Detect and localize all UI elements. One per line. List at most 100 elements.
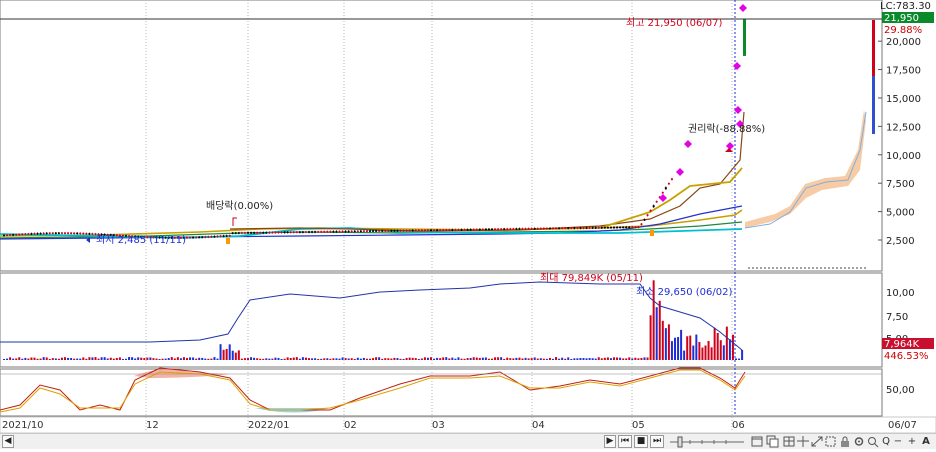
candle-body [207,236,210,238]
volume-bar [430,357,432,360]
volume-bar [173,358,176,360]
volume-bar [15,358,18,360]
candle-body [347,230,350,233]
candle-body [247,232,249,234]
volume-bar [494,357,497,360]
volume-bar [109,357,112,360]
volume-bar [719,340,722,360]
x-axis-bar [0,416,936,433]
q-label[interactable]: Q [880,435,892,448]
window-icon[interactable] [750,435,764,448]
volume-bar [445,357,448,360]
volume-bar [213,357,216,360]
candle-body [332,230,335,233]
volume-bar [161,358,164,360]
change-pct: 29.88% [884,25,922,36]
volume-bar [661,320,664,360]
zoom-slider[interactable] [668,435,746,448]
volume-bar [82,357,85,360]
volume-bar [597,357,600,360]
resize-icon[interactable] [810,435,824,448]
grid-icon[interactable] [782,435,796,448]
candle-body [21,233,24,236]
candle-body [454,229,457,231]
volume-bar [225,348,228,360]
volume-bar [512,358,515,360]
stock-chart[interactable]: 20,000 17,500 15,000 12,500 10,000 7,500 5,000… [0,0,936,433]
candle-body [530,228,533,230]
volume-bar [594,358,597,360]
price-tick-label: 7,500 [886,179,915,190]
skip-forward-button[interactable]: ⏭ [650,435,664,448]
volume-bar [387,358,390,360]
candle-body [338,230,341,233]
high-annotation: 최고 21,950 (06/07) [626,17,722,29]
candle-body [30,233,33,235]
scroll-right-button[interactable]: ▶ [604,435,616,448]
volume-bar [722,345,725,360]
candle-body [24,233,27,235]
scroll-left-button[interactable]: ◀ [2,435,14,448]
lock-icon[interactable] [838,435,852,448]
candle-body [67,232,70,234]
volume-bar [36,358,39,360]
candle-body [204,236,207,238]
candle-body [271,231,274,234]
volume-bar [64,357,66,360]
candle-body [341,230,344,233]
volume-bar [42,357,45,360]
zoom-out-button[interactable]: − [892,435,904,448]
volume-bar [524,357,527,360]
candle-body [64,232,66,234]
candle-body [570,227,573,229]
volume-bar [475,357,478,360]
volume-bar [143,358,146,360]
volume-bar [426,357,429,360]
volume-bar [439,358,442,360]
search-icon[interactable] [866,435,880,448]
copy-icon[interactable] [766,435,780,448]
candle-body [414,229,417,232]
candle-body [393,230,396,232]
font-size-button[interactable]: A [920,435,932,448]
volume-bar [79,358,82,360]
candle-body [365,230,368,232]
volume-bar [253,357,256,360]
candle-body [640,223,643,225]
candle-body [622,226,625,229]
candle-body [91,233,94,235]
candle-body [9,234,12,236]
zoom-in-button[interactable]: + [906,435,918,448]
candle-body [661,192,664,194]
dividend-annotation: 배당락(0.00%) [206,200,273,212]
volume-panel[interactable] [0,272,883,368]
candle-body [518,228,521,230]
date-label: 05 [632,420,645,431]
volume-bar [570,358,573,360]
date-label: 2021/10 [2,420,44,431]
candle-body [362,230,365,232]
crosshair-icon[interactable] [796,435,810,448]
volume-bar [564,358,567,360]
volume-bar [579,358,582,360]
candle-body [536,227,539,230]
candle-body [15,234,18,236]
volume-bar [527,358,530,360]
volume-tick-label: 10,00 [886,288,915,299]
volume-bar [256,358,259,360]
zoom-area-icon[interactable] [824,435,838,448]
volume-bar [497,357,500,360]
volume-tick-label: 7,50 [886,312,908,323]
candle-body [329,231,332,233]
settings-icon[interactable] [852,435,866,448]
candle-body [42,232,45,235]
volume-bar [649,315,652,360]
volume-bar [683,350,686,360]
volume-bar [735,358,737,360]
skip-back-button[interactable]: ⏮ [618,435,632,448]
candle-body [335,230,338,233]
candle-body [524,228,527,230]
stop-button[interactable]: ■ [634,435,648,448]
candle-body [527,228,530,230]
candle-body [372,230,375,232]
